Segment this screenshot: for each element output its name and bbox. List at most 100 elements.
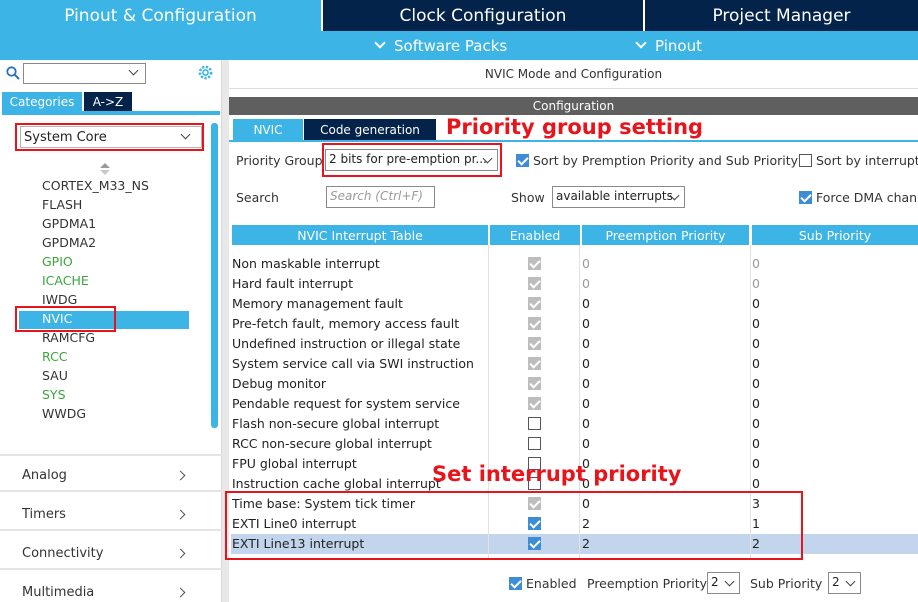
stm32cubemx-window: Pinout & Configuration Clock Configurati… <box>0 0 918 602</box>
chevron-down-icon <box>845 576 856 587</box>
chevron-down-icon <box>374 37 386 49</box>
component-item-flash[interactable]: FLASH <box>42 195 82 214</box>
interrupt-row[interactable]: RCC non-secure global interrupt 0 0 <box>231 434 918 454</box>
interrupt-row[interactable]: Memory management fault 0 0 <box>231 294 918 314</box>
tab-underline <box>229 140 918 142</box>
gear-icon[interactable] <box>197 64 214 81</box>
force-dma-checkbox[interactable] <box>799 191 812 204</box>
category-analog[interactable]: Analog <box>22 465 192 487</box>
component-item-gpdma1[interactable]: GPDMA1 <box>42 214 96 233</box>
scroll-up-icon[interactable] <box>100 163 110 175</box>
component-item-icache[interactable]: ICACHE <box>42 271 89 290</box>
interrupt-enabled-checkbox[interactable] <box>528 417 541 430</box>
tab-pinout-configuration[interactable]: Pinout & Configuration <box>0 0 321 31</box>
sub-priority-value[interactable]: 0 <box>752 394 760 414</box>
interrupt-row[interactable]: Pendable request for system service 0 0 <box>231 394 918 414</box>
annotation-box-system-core <box>15 123 204 151</box>
preemption-priority-value[interactable]: 0 <box>582 314 590 334</box>
annotation-box-nvic <box>15 306 116 332</box>
header-sub-priority[interactable]: Sub Priority <box>752 225 918 245</box>
interrupt-enabled-checkbox <box>528 337 541 350</box>
software-packs-menu[interactable]: Software Packs <box>372 31 507 60</box>
search-icon[interactable] <box>6 66 20 80</box>
software-packs-label: Software Packs <box>394 36 508 55</box>
sub-priority-value[interactable]: 0 <box>752 434 760 454</box>
header-interrupt-table[interactable]: NVIC Interrupt Table <box>232 225 488 245</box>
header-enabled[interactable]: Enabled <box>490 225 580 245</box>
tab-categories[interactable]: Categories <box>2 92 82 111</box>
annotation-box-priority-group <box>322 143 502 177</box>
category-connectivity[interactable]: Connectivity <box>22 543 192 565</box>
divider <box>0 490 222 492</box>
interrupt-search-input[interactable]: Search (Ctrl+F) <box>326 186 435 208</box>
tab-code-generation[interactable]: Code generation <box>304 119 436 140</box>
category-label: Multimedia <box>22 585 95 600</box>
category-timers[interactable]: Timers <box>22 504 192 526</box>
interrupt-enabled-checkbox <box>528 377 541 390</box>
footer-sub-dropdown[interactable]: 2 <box>828 572 861 594</box>
component-item-gpio[interactable]: GPIO <box>42 252 73 271</box>
interrupt-name: Debug monitor <box>232 376 326 391</box>
search-label: Search <box>236 190 279 205</box>
component-item-wwdg[interactable]: WWDG <box>42 404 86 423</box>
interrupt-enabled-checkbox <box>528 297 541 310</box>
preemption-priority-value[interactable]: 0 <box>582 434 590 454</box>
interrupt-row[interactable]: Pre-fetch fault, memory access fault 0 0 <box>231 314 918 334</box>
preemption-priority-value[interactable]: 0 <box>582 394 590 414</box>
sub-priority-value[interactable]: 0 <box>752 374 760 394</box>
footer-enabled-checkbox[interactable] <box>509 577 522 590</box>
tab-project-manager[interactable]: Project Manager <box>643 0 918 31</box>
preemption-priority-value[interactable]: 0 <box>582 254 590 274</box>
component-item-rcc[interactable]: RCC <box>42 347 68 366</box>
sub-priority-value[interactable]: 0 <box>752 354 760 374</box>
interrupt-name: System service call via SWI instruction <box>232 356 474 371</box>
sub-priority-value[interactable]: 0 <box>752 294 760 314</box>
sidebar-scrollbar[interactable] <box>211 123 218 428</box>
chevron-down-icon[interactable] <box>128 65 139 76</box>
configuration-header: Configuration <box>229 97 918 115</box>
sub-priority-value[interactable]: 0 <box>752 314 760 334</box>
header-preemption-priority[interactable]: Preemption Priority <box>582 225 749 245</box>
sub-priority-value[interactable]: 0 <box>752 254 760 274</box>
divider <box>0 454 222 456</box>
chevron-right-icon <box>175 509 186 520</box>
category-label: Analog <box>22 468 67 483</box>
component-item-sys[interactable]: SYS <box>42 385 66 404</box>
sub-priority-value[interactable]: 0 <box>752 274 760 294</box>
pinout-menu[interactable]: Pinout <box>633 31 702 60</box>
priority-group-label: Priority Group <box>236 153 323 168</box>
sub-priority-value[interactable]: 0 <box>752 334 760 354</box>
preemption-priority-value[interactable]: 0 <box>582 294 590 314</box>
sort-premption-checkbox[interactable] <box>516 154 529 167</box>
interrupt-enabled-checkbox[interactable] <box>528 437 541 450</box>
category-label: Timers <box>22 507 66 522</box>
preemption-priority-value[interactable]: 0 <box>582 414 590 434</box>
category-multimedia[interactable]: Multimedia <box>22 582 192 602</box>
sort-interrupts-checkbox[interactable] <box>799 154 812 167</box>
force-dma-label: Force DMA chann <box>816 190 918 205</box>
tab-a-z[interactable]: A->Z <box>84 92 132 111</box>
show-dropdown[interactable]: available interrupts <box>552 186 685 208</box>
interrupt-row[interactable]: Hard fault interrupt 0 0 <box>231 274 918 294</box>
preemption-priority-value[interactable]: 0 <box>582 334 590 354</box>
component-item-cortex-m33-ns[interactable]: CORTEX_M33_NS <box>42 176 149 195</box>
annotation-priority-group-setting: Priority group setting <box>446 115 704 139</box>
interrupt-row[interactable]: Non maskable interrupt 0 0 <box>231 254 918 274</box>
chevron-right-icon <box>175 470 186 481</box>
sub-priority-value[interactable]: 0 <box>752 454 760 474</box>
component-item-gpdma2[interactable]: GPDMA2 <box>42 233 96 252</box>
component-search-input[interactable] <box>23 63 146 84</box>
footer-preemption-dropdown[interactable]: 2 <box>707 572 740 594</box>
component-item-sau[interactable]: SAU <box>42 366 68 385</box>
preemption-priority-value[interactable]: 0 <box>582 354 590 374</box>
interrupt-row[interactable]: Flash non-secure global interrupt 0 0 <box>231 414 918 434</box>
tab-clock-configuration[interactable]: Clock Configuration <box>321 0 643 31</box>
preemption-priority-value[interactable]: 0 <box>582 274 590 294</box>
interrupt-row[interactable]: System service call via SWI instruction 0… <box>231 354 918 374</box>
pinout-menu-label: Pinout <box>655 36 702 55</box>
tab-nvic[interactable]: NVIC <box>233 119 303 140</box>
preemption-priority-value[interactable]: 0 <box>582 374 590 394</box>
sub-priority-value[interactable]: 0 <box>752 414 760 434</box>
interrupt-row[interactable]: Undefined instruction or illegal state 0 0 <box>231 334 918 354</box>
interrupt-row[interactable]: Debug monitor 0 0 <box>231 374 918 394</box>
